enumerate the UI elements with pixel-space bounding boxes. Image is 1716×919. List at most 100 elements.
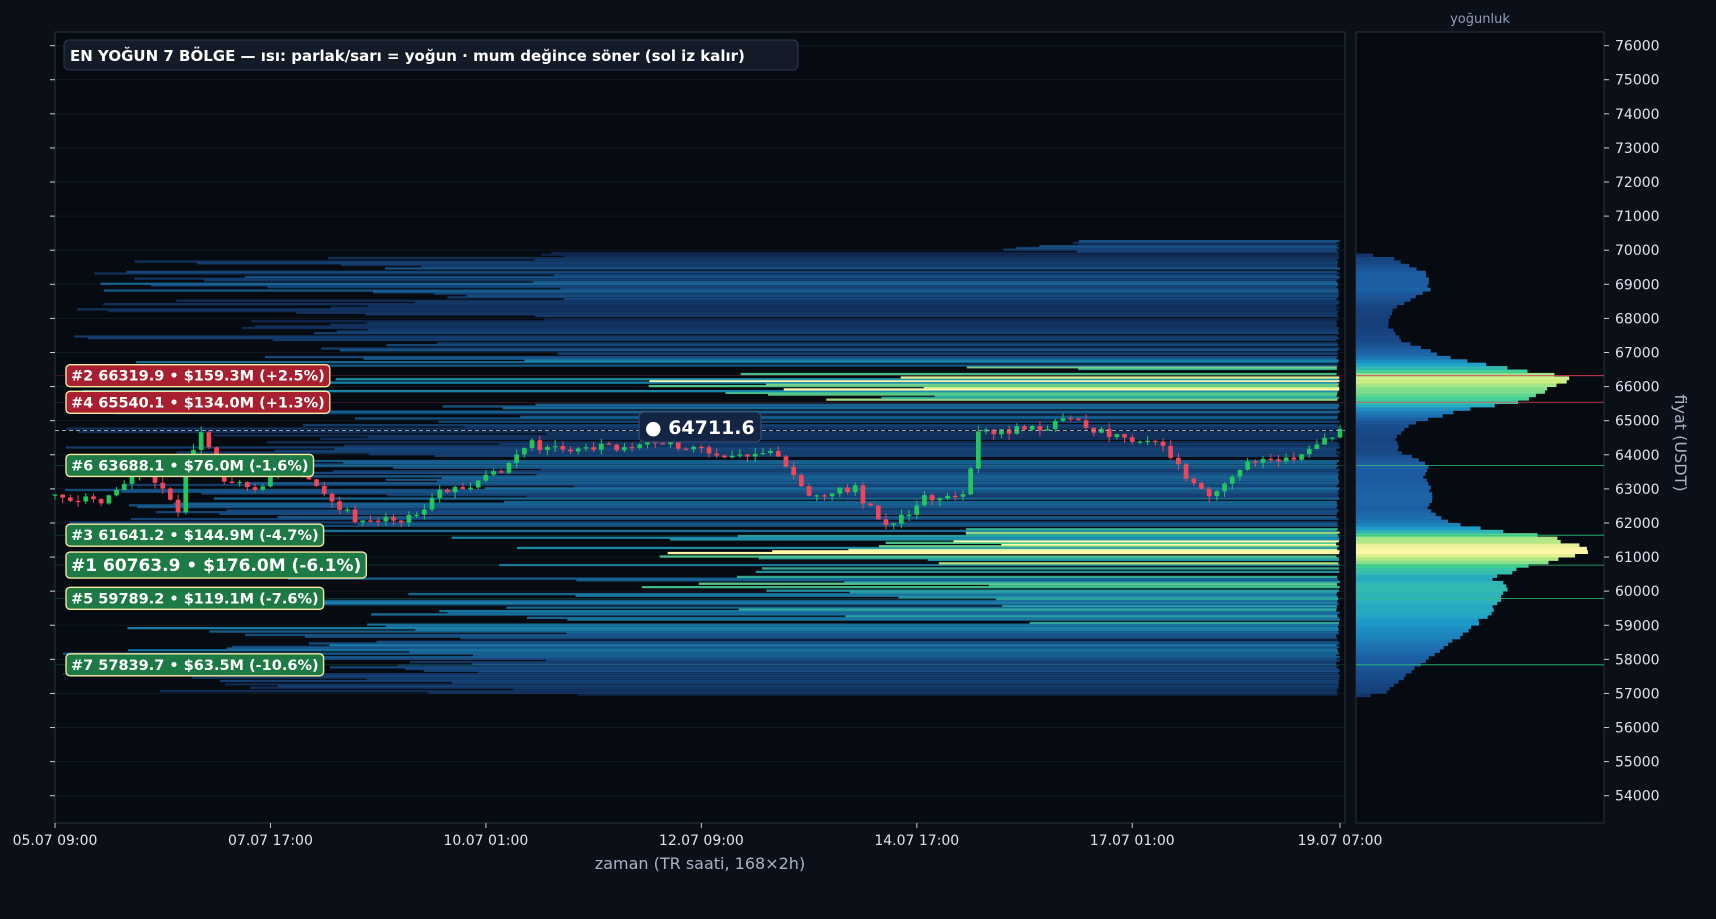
zone-label-text-6: #6 63688.1 • $76.0M (-1.6%) (71, 458, 309, 474)
x-tick-label-1: 07.07 17:00 (228, 833, 313, 849)
profile-bar-111 (1356, 315, 1390, 319)
profile-bar-54 (1356, 509, 1432, 514)
y-tick-label-7: 61000 (1615, 550, 1660, 566)
profile-bar-129 (1356, 253, 1373, 258)
zone-label-text-1: #1 60763.9 • $176.0M (-6.1%) (71, 556, 361, 576)
profile-bar-63 (1356, 478, 1427, 483)
profile-bar-38 (1356, 563, 1529, 568)
profile-bar-96 (1356, 366, 1508, 370)
profile-bar-37 (1356, 567, 1517, 572)
zone-label-5: #5 59789.2 • $119.1M (-7.6%) (65, 586, 325, 610)
profile-bar-6 (1356, 673, 1406, 677)
profile-bar-39 (1356, 560, 1549, 565)
heat-band-67 (755, 570, 1340, 573)
profile-bar-20 (1356, 625, 1472, 630)
profile-bar-82 (1356, 413, 1443, 418)
heat-band-172 (557, 352, 1338, 355)
profile-label: yoğunluk (1450, 12, 1510, 27)
zone-label-text-5: #5 59789.2 • $119.1M (-7.6%) (71, 591, 319, 607)
profile-bar-112 (1356, 311, 1393, 316)
zone-label-text-2: #2 66319.9 • $159.3M (+2.5%) (71, 369, 325, 385)
profile-bar-64 (1356, 475, 1424, 479)
profile-bar-105 (1356, 335, 1400, 340)
y-tick-label-10: 64000 (1615, 448, 1660, 464)
profile-bar-122 (1356, 277, 1429, 282)
profile-bar-75 (1356, 437, 1396, 442)
profile-bar-120 (1356, 284, 1428, 289)
profile-bar-45 (1356, 540, 1561, 544)
profile-bar-33 (1356, 580, 1504, 585)
profile-bar-25 (1356, 608, 1494, 612)
heat-band-215 (126, 270, 1338, 273)
profile-bar-50 (1356, 523, 1461, 527)
profile-bar-121 (1356, 280, 1429, 285)
profile-bar-80 (1356, 420, 1416, 425)
profile-bar-108 (1356, 325, 1389, 329)
x-tick-label-5: 17.07 01:00 (1090, 833, 1175, 849)
profile-bar-51 (1356, 519, 1448, 524)
heat-band-31 (376, 640, 1339, 643)
profile-bar-58 (1356, 495, 1433, 500)
profile-bar-16 (1356, 638, 1453, 643)
profile-bar-128 (1356, 257, 1395, 261)
y-tick-label-2: 56000 (1615, 721, 1660, 737)
profile-bar-74 (1356, 441, 1398, 445)
profile-bar-56 (1356, 502, 1430, 507)
profile-bar-106 (1356, 332, 1396, 336)
heat-band-101 (503, 500, 1337, 504)
zone-label-2: #2 66319.9 • $159.3M (+2.5%) (65, 364, 331, 388)
profile-bar-36 (1356, 570, 1513, 575)
x-tick-label-3: 12.07 09:00 (659, 833, 744, 849)
y-tick-label-4: 58000 (1615, 652, 1660, 668)
profile-bar-44 (1356, 543, 1580, 548)
zone-label-3: #3 61641.2 • $144.9M (-4.7%) (65, 523, 325, 547)
current-price-text: ● 64711.6 (645, 417, 755, 439)
candle-59 (506, 461, 512, 475)
profile-bar-72 (1356, 448, 1398, 452)
zone-label-7: #7 57839.7 • $63.5M (-10.6%) (65, 653, 325, 677)
heat-band-141 (302, 424, 1338, 427)
profile-bar-4 (1356, 679, 1399, 684)
x-tick-label-6: 19.07 07:00 (1298, 833, 1383, 849)
y-tick-label-5: 59000 (1615, 618, 1660, 634)
heat-band-163 (900, 376, 1340, 379)
profile-bar-115 (1356, 301, 1405, 306)
profile-bar-52 (1356, 516, 1442, 520)
y-tick-label-14: 68000 (1615, 311, 1660, 327)
profile-bar-124 (1356, 270, 1426, 275)
profile-bar-21 (1356, 621, 1479, 626)
profile-bar-27 (1356, 601, 1498, 606)
zone-label-text-4: #4 65540.1 • $134.0M (+1.3%) (71, 395, 325, 411)
y-tick-label-3: 57000 (1615, 686, 1660, 702)
profile-bar-1 (1356, 690, 1387, 694)
profile-bar-71 (1356, 451, 1402, 456)
y-tick-label-18: 72000 (1615, 175, 1660, 191)
y-tick-label-13: 67000 (1615, 345, 1660, 361)
heat-band-133 (266, 441, 1338, 444)
profile-bar-79 (1356, 424, 1409, 428)
profile-bar-18 (1356, 632, 1463, 636)
x-tick-label-2: 10.07 01:00 (443, 833, 528, 849)
profile-bar-23 (1356, 615, 1488, 619)
candle-15 (168, 487, 173, 501)
profile-bar-107 (1356, 328, 1394, 333)
profile-bar-97 (1356, 362, 1487, 367)
profile-bar-87 (1356, 396, 1529, 401)
x-axis-label: zaman (TR saati, 168×2h) (595, 854, 805, 873)
zone-label-1: #1 60763.9 • $176.0M (-6.1%) (65, 551, 367, 579)
x-tick-label-0: 05.07 09:00 (13, 833, 98, 849)
profile-bar-113 (1356, 308, 1393, 312)
profile-bar-127 (1356, 260, 1401, 265)
profile-bar-88 (1356, 393, 1536, 398)
profile-bar-62 (1356, 482, 1429, 486)
profile-bar-30 (1356, 591, 1504, 595)
profile-bar-24 (1356, 611, 1492, 616)
y-tick-label-6: 60000 (1615, 584, 1660, 600)
profile-bar-61 (1356, 485, 1431, 490)
heat-band-142 (438, 420, 1340, 423)
profile-bar-109 (1356, 321, 1389, 326)
profile-bar-125 (1356, 267, 1417, 272)
profile-bar-95 (1356, 369, 1528, 374)
profile-bar-116 (1356, 297, 1411, 302)
profile-bar-78 (1356, 427, 1405, 432)
